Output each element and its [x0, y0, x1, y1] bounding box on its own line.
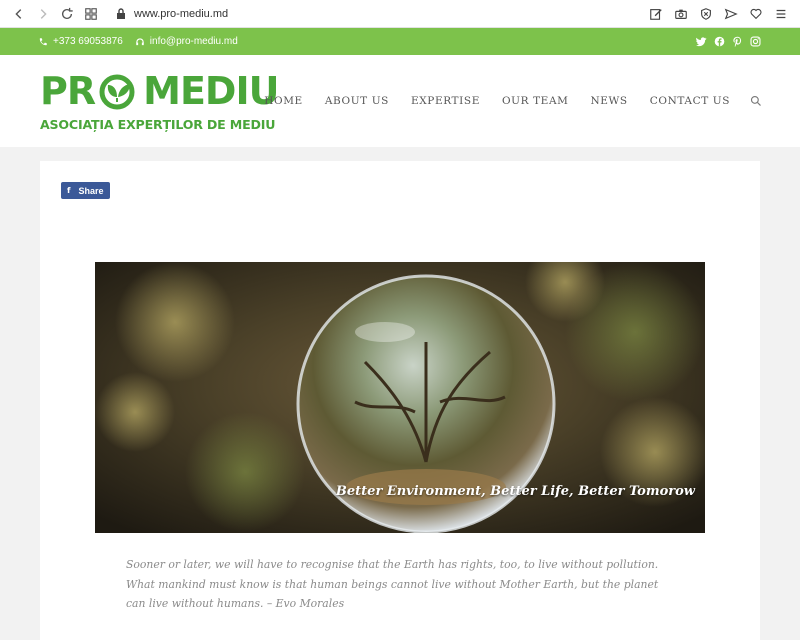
chevron-left-icon	[15, 8, 22, 19]
menu-item-news[interactable]: NEWS	[590, 95, 627, 107]
grid-icon	[85, 7, 97, 20]
evo-morales-quote: Sooner or later, we will have to recogni…	[126, 558, 659, 610]
browser-actions	[644, 0, 794, 28]
snapshot-button[interactable]	[670, 3, 692, 25]
phone-icon	[39, 37, 47, 45]
menu-item-contact-us[interactable]: CONTACT US	[650, 95, 730, 107]
phone-number: +373 69053876	[53, 36, 123, 47]
url-text: www.pro-mediu.md	[134, 7, 229, 20]
facebook-icon: f	[67, 186, 71, 195]
facebook-share-button[interactable]: f Share	[61, 182, 110, 199]
forward-button[interactable]	[32, 3, 54, 25]
twitter-link[interactable]	[692, 33, 710, 51]
share-label: Share	[78, 185, 104, 196]
leaf-logo-icon	[99, 74, 135, 110]
edit-icon	[650, 9, 662, 20]
menu-item-expertise[interactable]: EXPERTISE	[411, 95, 480, 107]
edit-button[interactable]	[645, 3, 667, 25]
adblock-button[interactable]	[695, 3, 717, 25]
speed-dial-button[interactable]	[80, 3, 102, 25]
facebook-icon	[714, 36, 724, 47]
pinterest-link[interactable]	[728, 33, 746, 51]
hero-image: Better Environment, Better Life, Better …	[95, 262, 705, 533]
twitter-icon	[695, 37, 706, 47]
menu-item-about-us[interactable]: ABOUT US	[325, 95, 389, 107]
site-header: PR MEDIU ASOCIAȚIA EXPERȚILOR DE MEDIU H…	[0, 55, 800, 147]
favorite-button[interactable]	[745, 3, 767, 25]
lock-icon	[117, 8, 125, 19]
heart-icon	[750, 8, 762, 20]
logo-tagline: ASOCIAȚIA EXPERȚILOR DE MEDIU	[40, 117, 276, 132]
content-card: f Share Better Environment, Better Life,…	[40, 161, 760, 640]
menu-item-home[interactable]: HOME	[264, 95, 303, 107]
instagram-link[interactable]	[746, 33, 764, 51]
menu-icon	[776, 9, 786, 19]
back-button[interactable]	[8, 3, 30, 25]
search-icon[interactable]	[750, 95, 762, 107]
pinterest-icon	[732, 36, 741, 47]
send-button[interactable]	[720, 3, 742, 25]
camera-icon	[675, 9, 687, 19]
menu-button[interactable]	[770, 3, 792, 25]
instagram-icon	[749, 36, 761, 47]
email-contact[interactable]: info@pro-mediu.md	[135, 36, 238, 47]
address-bar[interactable]: www.pro-mediu.md	[116, 8, 228, 20]
hero-caption: Better Environment, Better Life, Better …	[335, 484, 695, 499]
chevron-right-icon	[40, 8, 47, 19]
reload-button[interactable]	[56, 3, 78, 25]
reload-icon	[61, 7, 73, 19]
logo-word-left: PR	[40, 69, 96, 113]
send-icon	[724, 8, 738, 20]
browser-toolbar: www.pro-mediu.md	[0, 0, 800, 28]
headset-icon	[136, 37, 144, 45]
shield-icon	[701, 8, 711, 20]
contact-bar: +373 69053876 info@pro-mediu.md	[0, 28, 800, 55]
email-address: info@pro-mediu.md	[149, 36, 238, 47]
facebook-link[interactable]	[710, 33, 728, 51]
menu-item-our-team[interactable]: OUR TEAM	[502, 95, 569, 107]
social-links	[692, 28, 764, 55]
phone-contact[interactable]: +373 69053876	[38, 36, 123, 47]
main-menu: HOME ABOUT US EXPERTISE OUR TEAM NEWS CO…	[242, 55, 762, 147]
